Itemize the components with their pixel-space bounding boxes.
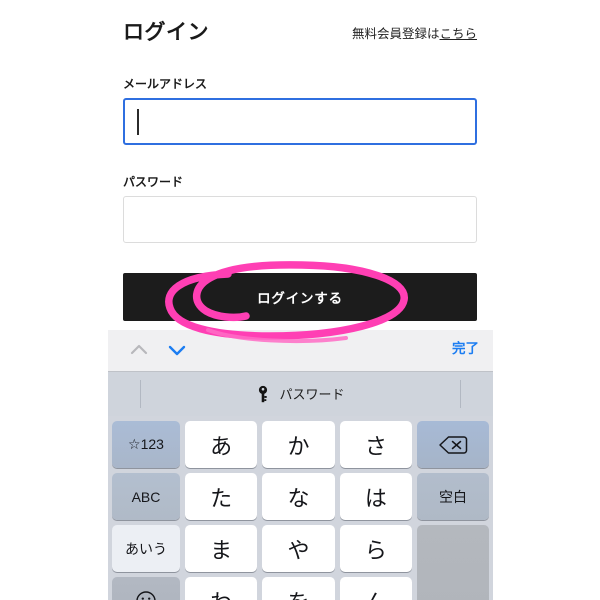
- key-kana[interactable]: あいう: [112, 525, 180, 572]
- page-title: ログイン: [123, 21, 209, 44]
- password-input[interactable]: [123, 196, 477, 243]
- email-field-group: メールアドレス: [123, 78, 477, 145]
- key-ka-row[interactable]: か: [262, 421, 335, 468]
- suggestion-divider-left: [140, 380, 141, 408]
- keyboard-right-column: 空白 改行: [417, 421, 489, 600]
- key-ya-row[interactable]: や: [262, 525, 335, 572]
- keyboard-row-1: ☆123 あ か さ: [112, 421, 412, 468]
- key-space[interactable]: 空白: [417, 473, 489, 520]
- password-autofill-item[interactable]: パスワード: [256, 385, 345, 403]
- keyboard-done-button[interactable]: 完了: [452, 342, 479, 356]
- smiley-icon: [136, 590, 156, 600]
- keyboard-row-4: わ を ん: [112, 577, 412, 600]
- password-label: パスワード: [123, 175, 184, 189]
- key-wo-row[interactable]: を: [262, 577, 335, 600]
- suggestion-divider-right: [460, 380, 461, 408]
- email-label: メールアドレス: [123, 77, 208, 91]
- signup-prompt: 無料会員登録はこちら: [352, 28, 477, 41]
- chevron-up-icon[interactable]: [128, 341, 150, 359]
- signup-link[interactable]: こちら: [439, 27, 477, 41]
- key-na-row[interactable]: な: [262, 473, 335, 520]
- key-symbols[interactable]: ☆123: [112, 421, 180, 468]
- form-header: ログイン 無料会員登録はこちら: [123, 0, 477, 56]
- email-input[interactable]: [123, 98, 477, 145]
- keyboard-main-block: ☆123 あ か さ ABC た な は あいう ま や ら: [112, 421, 412, 600]
- login-submit-button[interactable]: ログインする: [123, 273, 477, 321]
- keyboard-row-3: あいう ま や ら: [112, 525, 412, 572]
- key-ta-row[interactable]: た: [185, 473, 258, 520]
- keyboard-right-row-3: 改行: [417, 525, 489, 600]
- key-sa-row[interactable]: さ: [339, 421, 412, 468]
- keyboard-keys: ☆123 あ か さ ABC た な は あいう ま や ら 空白: [108, 416, 493, 600]
- password-autofill-label: パスワード: [279, 386, 345, 402]
- signup-prompt-text: 無料会員登録は: [351, 27, 440, 41]
- key-return[interactable]: 改行: [417, 525, 489, 600]
- key-abc[interactable]: ABC: [112, 473, 180, 520]
- keyboard-right-row-2: 空白: [417, 473, 489, 520]
- password-autofill-bar[interactable]: パスワード: [108, 372, 493, 416]
- chevron-down-icon[interactable]: [166, 341, 188, 359]
- password-field-group: パスワード: [123, 176, 477, 243]
- text-caret: [137, 109, 139, 135]
- login-page: ログイン 無料会員登録はこちら メールアドレス パスワード ログインする 完了 …: [0, 0, 600, 600]
- key-ma-row[interactable]: ま: [185, 525, 258, 572]
- keyboard-rows-wrapper: ☆123 あ か さ ABC た な は あいう ま や ら 空白: [112, 421, 489, 600]
- key-emoji[interactable]: [112, 577, 180, 600]
- keyboard-row-2: ABC た な は: [112, 473, 412, 520]
- key-a-row[interactable]: あ: [185, 421, 258, 468]
- key-delete[interactable]: [417, 421, 489, 468]
- key-icon: [259, 385, 268, 403]
- key-ra-row[interactable]: ら: [339, 525, 412, 572]
- ios-keyboard: 完了 パスワード ☆123 あ か さ ABC た な は あいう ま や ら …: [108, 330, 493, 600]
- key-wa-row[interactable]: わ: [185, 577, 258, 600]
- keyboard-toolbar: 完了: [108, 330, 493, 372]
- delete-icon: [439, 435, 468, 454]
- login-form-column: ログイン 無料会員登録はこちら メールアドレス パスワード ログインする: [123, 0, 477, 321]
- key-n-row[interactable]: ん: [339, 577, 412, 600]
- keyboard-right-row-1: [417, 421, 489, 468]
- key-ha-row[interactable]: は: [339, 473, 412, 520]
